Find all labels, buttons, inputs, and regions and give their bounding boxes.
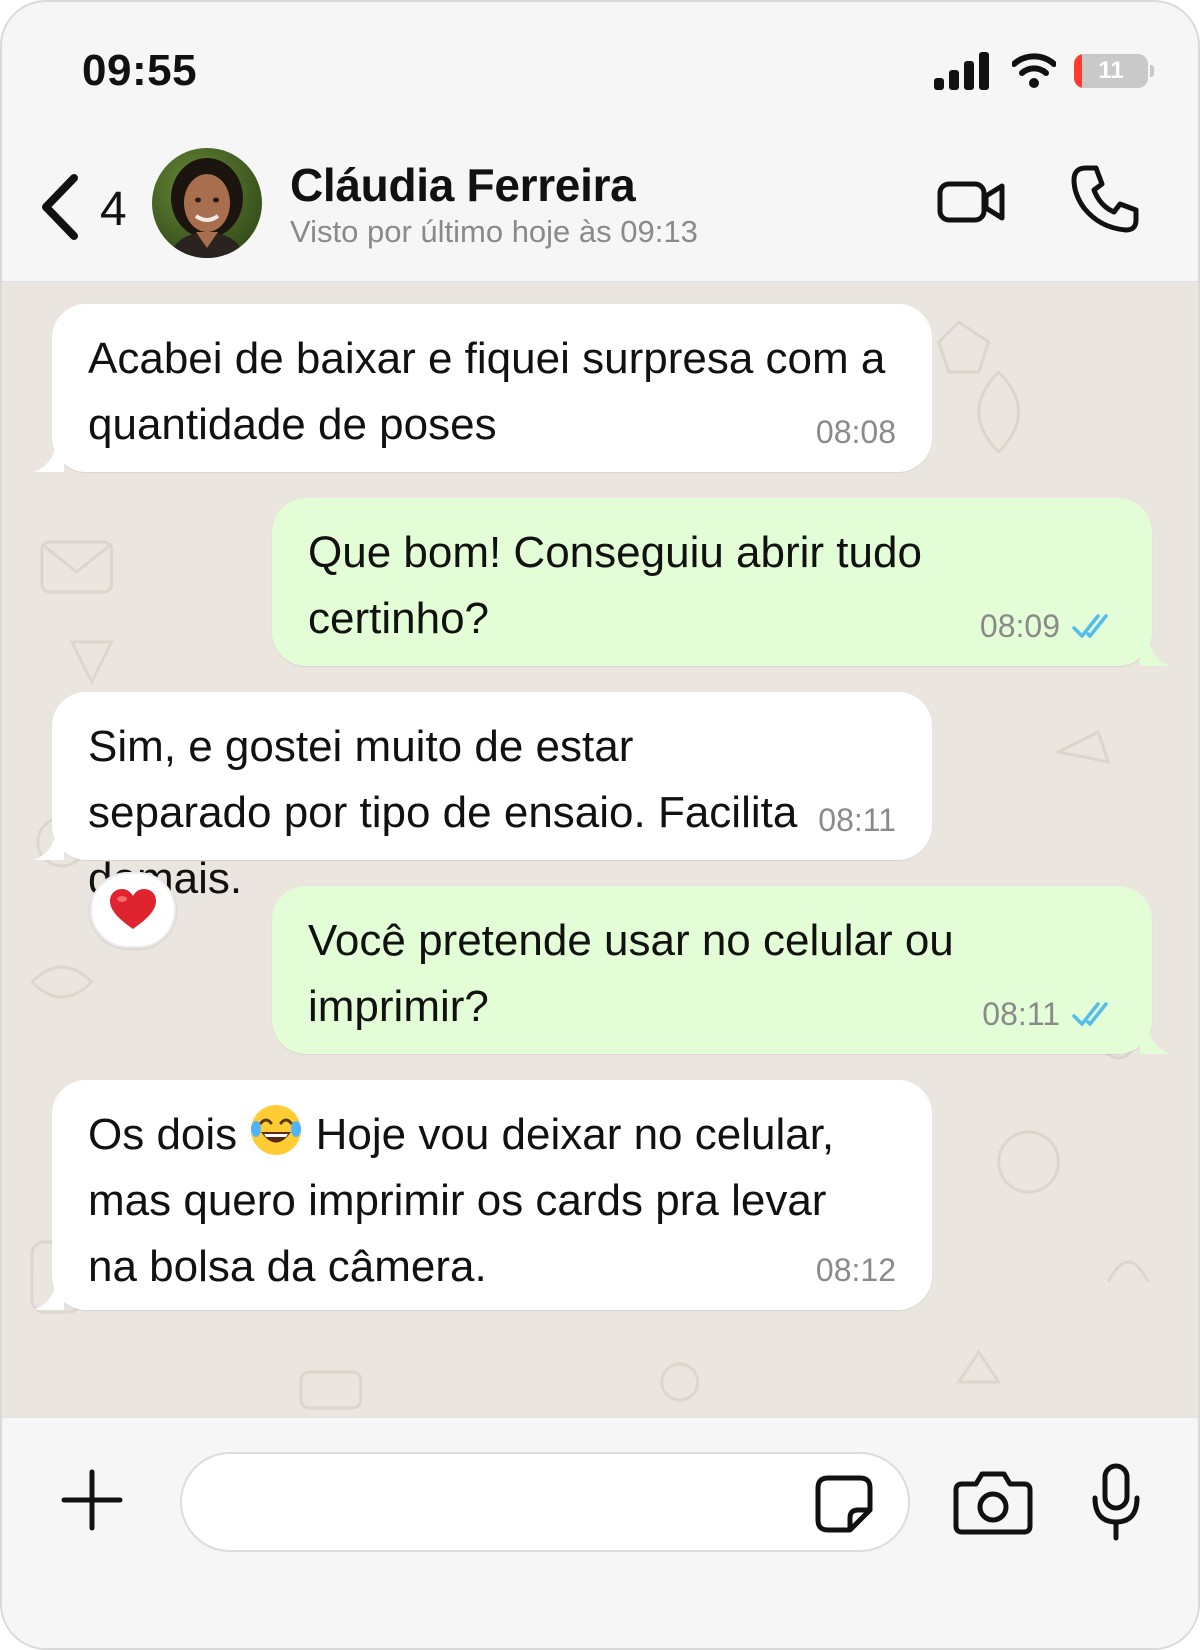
- phone-frame: 09:55 11 4 Cláudia Ferreira Visto por úl…: [0, 0, 1200, 1650]
- laughing-emoji-icon: [251, 1105, 302, 1155]
- camera-icon[interactable]: [952, 1468, 1034, 1538]
- bubble-tail: [1140, 636, 1170, 666]
- back-chevron-icon: [42, 174, 78, 240]
- phone-icon[interactable]: [1070, 162, 1140, 236]
- contact-avatar[interactable]: [152, 148, 262, 258]
- input-bar: [2, 1417, 1198, 1648]
- chat-header: 4 Cláudia Ferreira Visto por último hoje…: [2, 132, 1198, 282]
- message-time: 08:12: [815, 1252, 896, 1288]
- message-reaction[interactable]: ❤️: [90, 872, 176, 948]
- sticker-icon[interactable]: [814, 1474, 874, 1534]
- bubble-tail: [1140, 1024, 1170, 1054]
- mic-icon[interactable]: [1090, 1462, 1142, 1542]
- message-time: 08:11: [818, 802, 896, 838]
- message-time: 08:11: [982, 996, 1060, 1032]
- contact-name[interactable]: Cláudia Ferreira: [290, 158, 636, 212]
- bubble-tail: [34, 1280, 64, 1310]
- battery-icon: 11: [1074, 54, 1154, 88]
- avatar-photo-icon: [170, 158, 244, 258]
- message-incoming[interactable]: Os dois 😂 Hoje vou deixar no celular, ma…: [34, 1080, 932, 1310]
- message-text: Sim, e gostei muito de estar separado po…: [88, 722, 798, 903]
- back-button[interactable]: 4: [38, 172, 138, 242]
- message-outgoing[interactable]: Que bom! Conseguiu abrir tudo certinho? …: [272, 498, 1170, 666]
- status-time: 09:55: [82, 46, 198, 95]
- plus-icon[interactable]: [60, 1468, 124, 1532]
- message-text: Que bom! Conseguiu abrir tudo certinho?: [308, 528, 922, 643]
- wifi-icon: [1012, 53, 1056, 88]
- heart-reaction-icon: [110, 889, 156, 929]
- chat-area[interactable]: Acabei de baixar e fiquei surpresa com a…: [2, 282, 1198, 1417]
- battery-level: 11: [1098, 57, 1124, 84]
- message-incoming[interactable]: Sim, e gostei muito de estar separado po…: [34, 692, 932, 903]
- last-seen-status: Visto por último hoje às 09:13: [290, 214, 698, 249]
- message-incoming[interactable]: Acabei de baixar e fiquei surpresa com a…: [34, 304, 932, 472]
- cellular-signal-icon: [934, 52, 989, 90]
- double-check-icon: [1072, 614, 1108, 638]
- message-text: Acabei de baixar e fiquei surpresa com a…: [88, 334, 886, 449]
- message-input[interactable]: [180, 1452, 910, 1552]
- bubble-tail: [34, 442, 64, 472]
- video-call-icon[interactable]: [936, 166, 1008, 236]
- double-check-icon: [1072, 1002, 1108, 1026]
- message-time: 08:08: [815, 414, 896, 450]
- message-outgoing[interactable]: Você pretende usar no celular ou imprimi…: [272, 886, 1170, 1054]
- bubble-tail: [34, 830, 64, 860]
- message-text: Você pretende usar no celular ou imprimi…: [308, 916, 954, 1031]
- message-text: Os dois: [88, 1110, 238, 1159]
- unread-count: 4: [100, 183, 127, 236]
- status-bar: 09:55 11: [2, 2, 1198, 132]
- message-time: 08:09: [979, 608, 1060, 644]
